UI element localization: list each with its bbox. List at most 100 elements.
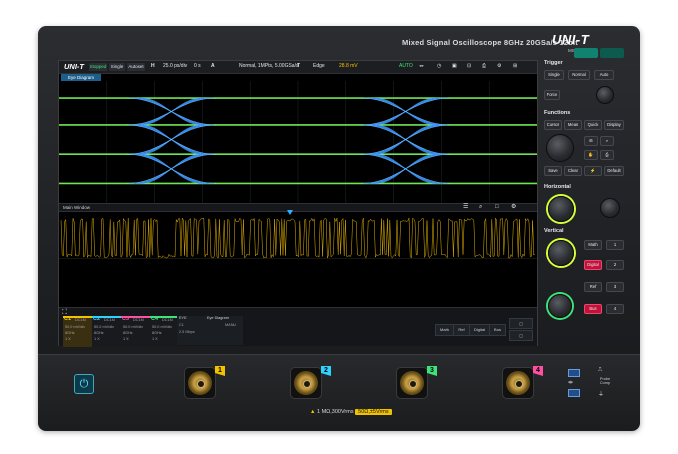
autoset-button[interactable]: Autoset [127, 63, 145, 71]
trigger-level-knob[interactable] [596, 86, 614, 104]
clear-key[interactable]: Clear [564, 166, 582, 176]
trigger-type[interactable]: Edge [313, 63, 325, 69]
ref-key[interactable]: Ref [584, 282, 602, 292]
channel-3-key[interactable]: 3 [606, 282, 624, 292]
channel-bar: ⛶ C1 DC1M 50.0 mV/div 8GHz 1 X C2 DC1M 50.0 mV/… [59, 307, 537, 347]
power-button[interactable]: ⏻ [74, 374, 94, 394]
eye-info-panel[interactable]: EYE C1 2.5 Mbps Eye Diagram MANU [177, 316, 243, 345]
channel-scale: 50.0 mV/div [65, 325, 86, 329]
math-action-button[interactable]: Math [435, 324, 454, 336]
display-key[interactable]: Display [604, 120, 624, 130]
channel-scale: 50.0 mV/div [152, 325, 173, 329]
channel-bw: 8GHz [152, 331, 162, 335]
channel-box-c3[interactable]: C3 DC1M 50.0 mV/div 8GHz 1 X [121, 316, 150, 347]
delay-value[interactable]: 0 s [194, 63, 201, 69]
channel-4-key[interactable]: 4 [606, 304, 624, 314]
channel-label: C3 [122, 316, 130, 322]
print-key[interactable]: ⎙ [600, 150, 614, 160]
bnc-input-2[interactable]: 2 [290, 366, 331, 399]
channel-tag: 1 [215, 366, 225, 376]
single-button[interactable]: Single [109, 63, 125, 71]
digital-action-button[interactable]: Digital [469, 324, 490, 336]
channel-bw: 8GHz [123, 331, 133, 335]
default-key[interactable]: Default [604, 166, 624, 176]
save-icon[interactable]: ▣ [452, 63, 457, 69]
print-icon[interactable]: ⎙ [482, 63, 486, 69]
channel-offset: 1 X [94, 337, 100, 341]
trigger-position-marker[interactable] [287, 210, 293, 215]
bus-key[interactable]: Bus [584, 304, 602, 314]
autoset-key[interactable]: ⚡ [584, 166, 602, 176]
warning-icon: ▲ [310, 409, 316, 415]
channel-1-key[interactable]: 1 [606, 240, 624, 250]
measure-icon[interactable]: ◷ [437, 63, 441, 69]
touch-key[interactable]: ✋ [584, 150, 598, 160]
bnc-input-3[interactable]: 3 [396, 366, 437, 399]
channel-coupling: DC1M [104, 318, 115, 322]
menu-logo: UNI-T [64, 62, 84, 71]
math-key[interactable]: Math [584, 240, 602, 250]
settings-icon[interactable]: ⚙ [497, 63, 501, 69]
probe-comp-icon: ⎍ [598, 367, 603, 373]
front-panel: ⏻ 1 2 3 4 ⇹ ⎍ Probe Comp ⏚ ▲ 1 MΩ,300Vrms 5… [38, 354, 640, 431]
probe-comp-label: Probe Comp [599, 377, 611, 385]
bnc-connector [400, 371, 424, 395]
rack-button-up[interactable]: ▢ [509, 318, 533, 329]
usb-port-1[interactable] [568, 369, 580, 377]
run-stop-button[interactable]: Stopped [89, 63, 107, 71]
trigger-single-key[interactable]: Single [544, 70, 564, 80]
trigger-level[interactable]: 28.8 mV [339, 63, 358, 69]
search-key[interactable]: ⌕ [600, 136, 614, 146]
bus-action-button[interactable]: Bus [489, 324, 506, 336]
channel-box-c2[interactable]: C2 DC1M 50.0 mV/div 8GHz 1 X [92, 316, 121, 347]
bnc-input-1[interactable]: 1 [184, 366, 225, 399]
wave-icon[interactable]: ⏛ [419, 63, 424, 70]
channel-2-key[interactable]: 2 [606, 260, 624, 270]
rack-button-down[interactable]: ▢ [509, 330, 533, 341]
bnc-connector [188, 371, 212, 395]
eye-measure: MANU [225, 323, 237, 327]
channel-box-c4[interactable]: C4 DC1M 50.0 mV/div 8GHz 1 X [150, 316, 179, 347]
eye-diagram-plot [59, 81, 537, 203]
save-key[interactable]: Save [544, 166, 562, 176]
cursor-key[interactable]: Cursor [544, 120, 562, 130]
trigger-auto-key[interactable]: Auto [594, 70, 614, 80]
run-stop-key[interactable] [574, 48, 598, 58]
channel-coupling: DC1M [162, 318, 173, 322]
menu-bar: UNI-T Stopped Single Autoset H 25.0 ps/d… [59, 61, 537, 74]
channel-box-c1[interactable]: C1 DC1M 50.0 mV/div 8GHz 1 X [63, 316, 92, 347]
auto-indicator: AUTO [399, 63, 413, 69]
zoom-icon[interactable]: ⊡ [467, 63, 471, 69]
multipurpose-knob[interactable] [546, 134, 574, 162]
digital-key[interactable]: Digital [584, 260, 602, 270]
grid-icon[interactable]: ⊞ [513, 63, 517, 69]
eye-diagram-tab[interactable]: Eye Diagram [61, 74, 101, 81]
force-key[interactable]: Force [544, 90, 560, 100]
vertical-position-knob[interactable] [548, 294, 572, 318]
meas-key[interactable]: Meas [564, 120, 582, 130]
warning-highlight: 50Ω,±5Vrms [355, 409, 392, 415]
channel-tag: 4 [533, 366, 543, 376]
bnc-input-4[interactable]: 4 [502, 366, 543, 399]
timebase-value[interactable]: 25.0 ps/div [163, 63, 187, 69]
channel-scale: 50.0 mV/div [123, 325, 144, 329]
horizontal-position-knob[interactable] [600, 198, 620, 218]
acquire-value[interactable]: Normal, 1MPts, 5.00GSa/s [239, 63, 298, 69]
horizontal-scale-knob[interactable] [548, 196, 574, 222]
bnc-connector [506, 371, 530, 395]
run-key[interactable] [600, 48, 624, 58]
input-warning: ▲ 1 MΩ,300Vrms 50Ω,±5Vrms [310, 409, 392, 415]
trigger-normal-key[interactable]: Normal [568, 70, 590, 80]
channel-offset: 1 X [152, 337, 158, 341]
ref-action-button[interactable]: Ref [453, 324, 470, 336]
ground-icon: ⏚ [598, 392, 605, 398]
quick-key[interactable]: Quick [584, 120, 602, 130]
zoom-key[interactable]: ⊞ [584, 136, 598, 146]
display-screen[interactable]: UNI-T Stopped Single Autoset H 25.0 ps/d… [58, 60, 538, 347]
channel-scale: 50.0 mV/div [94, 325, 115, 329]
vertical-scale-knob[interactable] [548, 240, 574, 266]
channel-coupling: DC1M [75, 318, 86, 322]
usb-port-2[interactable] [568, 389, 580, 397]
vertical-section-title: Vertical [544, 228, 564, 234]
trigger-label: T [297, 63, 301, 69]
